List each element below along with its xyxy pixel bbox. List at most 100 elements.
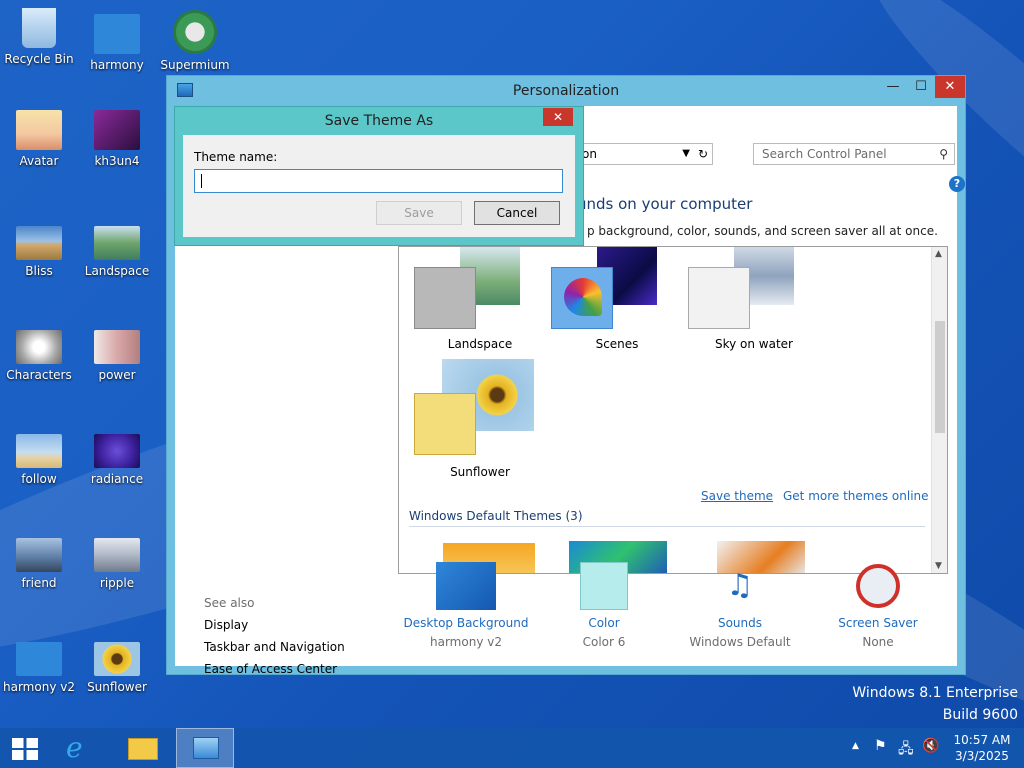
- desktop-icon-sunflower[interactable]: Sunflower: [78, 642, 156, 694]
- ripple-icon: [94, 538, 140, 572]
- desktop-background-title: Desktop Background: [403, 616, 529, 630]
- page-heading: unds on your computer: [577, 195, 753, 213]
- desktop-icon-supermium[interactable]: Supermium: [156, 10, 234, 72]
- desktop-icon-radiance[interactable]: radiance: [78, 434, 156, 486]
- minimize-button[interactable]: —: [879, 76, 907, 98]
- desktop-icon-landspace[interactable]: Landspace: [78, 226, 156, 278]
- power-icon: [94, 330, 140, 364]
- desktop-icon-label: power: [98, 368, 136, 382]
- desktop-icon-label: radiance: [90, 472, 144, 486]
- taskbar-internet-explorer[interactable]: e: [52, 728, 110, 768]
- theme-name-input[interactable]: [194, 169, 563, 193]
- color-icon: [580, 562, 628, 610]
- theme-sunflower[interactable]: Sunflower: [405, 359, 555, 479]
- clock[interactable]: 10:57 AM 3/3/2025: [952, 733, 1012, 763]
- color-palette-icon: [564, 278, 602, 316]
- search-placeholder: Search Control Panel: [762, 147, 887, 161]
- search-icon[interactable]: ⚲: [939, 144, 948, 164]
- themes-pane: Landspace Scenes Sky on water Sunflower …: [398, 246, 948, 574]
- desktop-icon-harmony[interactable]: harmony: [78, 14, 156, 72]
- save-theme-link[interactable]: Save theme: [701, 489, 773, 503]
- desktop-icon-label: Bliss: [25, 264, 53, 278]
- get-more-themes-link[interactable]: Get more themes online: [783, 489, 929, 503]
- dialog-titlebar[interactable]: Save Theme As ✕: [175, 107, 583, 135]
- theme-scenes-preview: [542, 247, 692, 329]
- desktop-icon-power[interactable]: power: [78, 330, 156, 382]
- windows-logo-icon: [12, 738, 38, 760]
- theme-sky-on-water-preview: [679, 247, 829, 329]
- sounds-item[interactable]: ♫ Sounds Windows Default: [675, 562, 805, 649]
- sunflower-icon: [94, 642, 140, 676]
- scrollbar-thumb[interactable]: [935, 321, 945, 433]
- desktop-icon-harmony-v2[interactable]: harmony v2: [0, 642, 78, 694]
- desktop-background-item[interactable]: Desktop Background harmony v2: [401, 562, 531, 649]
- see-also-taskbar-link[interactable]: Taskbar and Navigation: [204, 640, 345, 654]
- see-also-panel: See also Display Taskbar and Navigation …: [204, 596, 345, 684]
- show-hidden-icons[interactable]: ▲: [852, 741, 859, 751]
- refresh-icon[interactable]: ↻: [698, 144, 708, 164]
- theme-sunflower-preview: [405, 359, 555, 455]
- recycle-bin-icon: [22, 8, 56, 48]
- save-button[interactable]: Save: [376, 201, 462, 225]
- screen-saver-title: Screen Saver: [838, 616, 918, 630]
- color-sub: Color 6: [582, 635, 626, 649]
- close-button[interactable]: ✕: [935, 76, 965, 98]
- desktop-icon-recycle-bin[interactable]: Recycle Bin: [0, 8, 78, 66]
- search-input[interactable]: Search Control Panel ⚲: [753, 143, 955, 165]
- theme-label: Sunflower: [450, 465, 510, 479]
- landspace-icon: [94, 226, 140, 260]
- action-center-flag-icon[interactable]: ⚑: [874, 738, 887, 754]
- screen-saver-icon: [856, 564, 900, 608]
- help-icon[interactable]: ?: [949, 176, 965, 192]
- screen-saver-item[interactable]: Screen Saver None: [813, 562, 943, 649]
- dialog-close-button[interactable]: ✕: [543, 108, 573, 126]
- desktop-icon-characters[interactable]: Characters: [0, 330, 78, 382]
- taskbar-file-explorer[interactable]: [114, 728, 172, 768]
- desktop-icon-label: kh3un4: [94, 154, 140, 168]
- see-also-display-link[interactable]: Display: [204, 618, 345, 632]
- desktop-icon-avatar[interactable]: Avatar: [0, 110, 78, 168]
- default-themes-header-text: Windows Default Themes (3): [409, 509, 583, 523]
- theme-sky-on-water[interactable]: Sky on water: [679, 247, 829, 351]
- desktop-icon-label: ripple: [99, 576, 135, 590]
- network-icon[interactable]: 🖧: [898, 738, 914, 762]
- see-also-ease-of-access-link[interactable]: Ease of Access Center: [204, 662, 345, 676]
- chevron-down-icon[interactable]: ▼: [682, 144, 690, 164]
- screen-saver-sub: None: [862, 635, 894, 649]
- text-caret: [201, 174, 202, 188]
- window-titlebar[interactable]: Personalization — ☐ ✕: [167, 76, 965, 106]
- watermark-line2: Build 9600: [942, 707, 1018, 723]
- themes-scrollbar[interactable]: ▲ ▼: [931, 247, 947, 573]
- start-button[interactable]: [0, 728, 48, 768]
- sounds-icon: ♫: [726, 568, 754, 603]
- theme-landspace[interactable]: Landspace: [405, 247, 555, 351]
- clock-time: 10:57 AM: [953, 733, 1011, 747]
- address-bar[interactable]: on ▼ ↻: [577, 143, 713, 165]
- desktop-icon-label: Landspace: [84, 264, 150, 278]
- maximize-button[interactable]: ☐: [907, 76, 935, 98]
- sounds-sub: Windows Default: [689, 635, 791, 649]
- theme-label: Sky on water: [714, 337, 793, 351]
- desktop-icon-label: harmony v2: [3, 680, 75, 694]
- sounds-title: Sounds: [717, 616, 763, 630]
- theme-scenes[interactable]: Scenes: [542, 247, 692, 351]
- kh3un4-icon: [94, 110, 140, 150]
- window-title: Personalization: [512, 83, 620, 99]
- color-title: Color: [588, 616, 620, 630]
- volume-muted-icon[interactable]: 🔇: [922, 738, 939, 754]
- avatar-icon: [16, 110, 62, 150]
- dialog-title: Save Theme As: [324, 113, 434, 129]
- desktop-icon-follow[interactable]: follow: [0, 434, 78, 486]
- desktop-icon-label: Characters: [6, 368, 72, 382]
- desktop-icon-ripple[interactable]: ripple: [78, 538, 156, 590]
- color-item[interactable]: Color Color 6: [539, 562, 669, 649]
- taskbar-personalization[interactable]: [176, 728, 234, 768]
- scroll-up-icon[interactable]: ▲: [935, 249, 942, 259]
- cancel-button[interactable]: Cancel: [474, 201, 560, 225]
- desktop-icon-bliss[interactable]: Bliss: [0, 226, 78, 278]
- save-theme-dialog: Save Theme As ✕ Theme name: Save Cancel: [174, 106, 584, 246]
- desktop-icon-friend[interactable]: friend: [0, 538, 78, 590]
- desktop-icon-kh3un4[interactable]: kh3un4: [78, 110, 156, 168]
- control-panel-icon: [193, 737, 219, 759]
- follow-icon: [16, 434, 62, 468]
